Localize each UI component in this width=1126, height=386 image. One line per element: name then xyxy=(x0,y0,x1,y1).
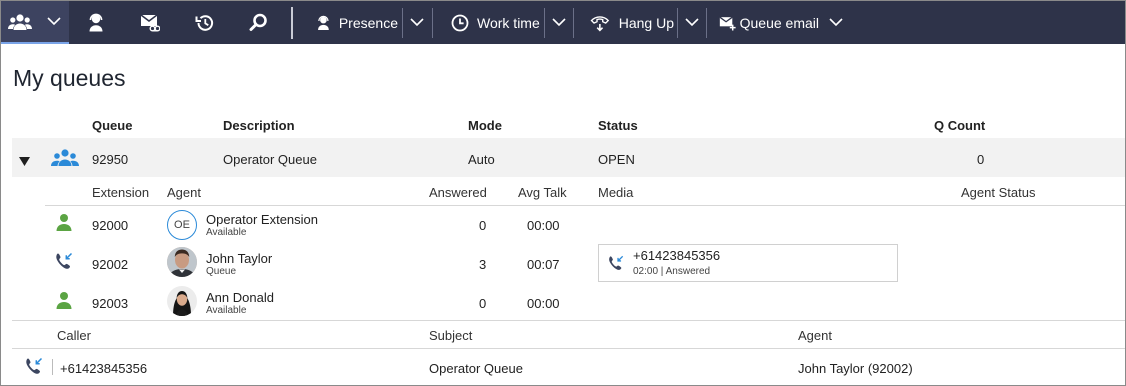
agent-name: Operator Extension xyxy=(206,212,319,227)
media-call-detail: 02:00 | Answered xyxy=(633,266,711,277)
mode-column-header[interactable]: Mode xyxy=(468,118,502,133)
avatar-initials: OE xyxy=(174,219,190,231)
divider xyxy=(45,205,1125,206)
presence-menu-button[interactable] xyxy=(406,1,428,44)
toolbar-divider xyxy=(706,8,707,38)
avatar: OE xyxy=(167,210,197,240)
history-button[interactable] xyxy=(190,1,220,44)
agent-extension: 92000 xyxy=(92,218,129,233)
search-icon xyxy=(249,13,267,31)
queue-email-menu-button[interactable] xyxy=(825,1,847,44)
voicemail-button[interactable] xyxy=(135,1,165,44)
clock-icon xyxy=(451,14,469,31)
worktime-button[interactable]: Work time xyxy=(451,1,541,44)
agent-status-column-header[interactable]: Agent Status xyxy=(961,185,1035,200)
hangup-label: Hang Up xyxy=(618,14,674,31)
call-caller[interactable]: +61423845356 xyxy=(60,361,147,376)
avg-talk-column-header[interactable]: Avg Talk xyxy=(518,185,567,200)
description-column-header[interactable]: Description xyxy=(223,118,295,133)
expand-toggle[interactable] xyxy=(19,153,30,171)
agent-presence: Available xyxy=(206,227,247,238)
toolbar-divider xyxy=(544,8,545,38)
hang-up-icon xyxy=(590,15,610,32)
queues-button[interactable] xyxy=(1,1,38,44)
worktime-label: Work time xyxy=(477,14,540,31)
toolbar-divider xyxy=(402,8,403,38)
queue-group-icon xyxy=(51,148,79,173)
toolbar-divider xyxy=(573,8,574,38)
phone-incoming-icon xyxy=(25,357,43,380)
worktime-menu-button[interactable] xyxy=(548,1,570,44)
avatar xyxy=(167,247,197,277)
toolbar-divider xyxy=(677,8,678,38)
agent-avg-talk: 00:00 xyxy=(527,218,560,233)
agent-avg-talk: 00:00 xyxy=(527,296,560,311)
presence-label: Presence xyxy=(338,14,398,31)
calls-agent-column-header[interactable]: Agent xyxy=(798,328,832,343)
call-agent: John Taylor (92002) xyxy=(798,361,913,376)
search-button[interactable] xyxy=(243,1,273,44)
person-available-icon xyxy=(55,291,73,314)
history-icon xyxy=(195,14,214,31)
divider xyxy=(52,359,53,375)
agent-answered: 0 xyxy=(479,218,487,233)
divider xyxy=(12,320,1125,321)
chevron-down-icon xyxy=(46,17,61,26)
agent-avg-talk: 00:07 xyxy=(527,257,560,272)
person-available-icon xyxy=(55,213,73,236)
agent-answered: 3 xyxy=(479,257,487,272)
queue-row[interactable] xyxy=(12,138,1125,177)
queue-email-button[interactable]: Queue email xyxy=(719,1,819,44)
agent-extension: 92003 xyxy=(92,296,129,311)
headset-agent-icon xyxy=(89,13,103,32)
status-column-header[interactable]: Status xyxy=(598,118,638,133)
page-title: My queues xyxy=(13,65,126,91)
agent-name: Ann Donald xyxy=(206,290,274,305)
media-call-card[interactable]: +61423845356 02:00 | Answered xyxy=(598,244,898,282)
media-column-header[interactable]: Media xyxy=(598,185,633,200)
app-frame: Presence Work time Hang Up Queue email M… xyxy=(0,0,1126,386)
agent-button[interactable] xyxy=(81,1,111,44)
chevron-down-icon xyxy=(552,18,566,27)
mail-add-icon xyxy=(719,16,736,30)
subject-column-header[interactable]: Subject xyxy=(429,328,472,343)
chevron-down-icon xyxy=(685,18,699,27)
caller-column-header[interactable]: Caller xyxy=(57,328,91,343)
media-call-number: +61423845356 xyxy=(633,248,721,263)
agent-presence: Available xyxy=(206,305,247,316)
agent-presence: Queue xyxy=(206,266,237,277)
queue-status: OPEN xyxy=(598,152,635,167)
queue-email-label: Queue email xyxy=(739,14,819,31)
phone-incoming-icon xyxy=(55,252,73,275)
queues-menu-button[interactable] xyxy=(38,1,69,44)
queue-mode: Auto xyxy=(468,152,495,167)
hangup-menu-button[interactable] xyxy=(681,1,703,44)
presence-icon xyxy=(318,15,329,30)
agent-extension: 92002 xyxy=(92,257,129,272)
queue-count: 0 xyxy=(977,152,985,167)
answered-column-header[interactable]: Answered xyxy=(429,185,487,200)
call-subject: Operator Queue xyxy=(429,361,523,376)
caret-down-icon xyxy=(19,157,30,166)
people-group-icon xyxy=(7,13,32,30)
mail-voicemail-icon xyxy=(140,13,160,31)
chevron-down-icon xyxy=(829,18,843,27)
queue-column-header[interactable]: Queue xyxy=(92,118,132,133)
extension-column-header[interactable]: Extension xyxy=(92,185,149,200)
agent-column-header[interactable]: Agent xyxy=(167,185,201,200)
toolbar-divider xyxy=(432,8,433,38)
queue-number: 92950 xyxy=(92,152,129,167)
avatar xyxy=(167,286,197,316)
queue-description: Operator Queue xyxy=(223,152,317,167)
chevron-down-icon xyxy=(410,18,424,27)
q-count-column-header[interactable]: Q Count xyxy=(934,118,985,133)
agent-answered: 0 xyxy=(479,296,487,311)
hangup-button[interactable]: Hang Up xyxy=(590,1,674,44)
toolbar-divider xyxy=(291,7,293,39)
divider xyxy=(12,348,1125,349)
agent-name: John Taylor xyxy=(206,251,273,266)
toolbar: Presence Work time Hang Up Queue email xyxy=(1,1,1125,44)
presence-button[interactable]: Presence xyxy=(316,1,398,44)
phone-incoming-icon xyxy=(608,255,624,276)
